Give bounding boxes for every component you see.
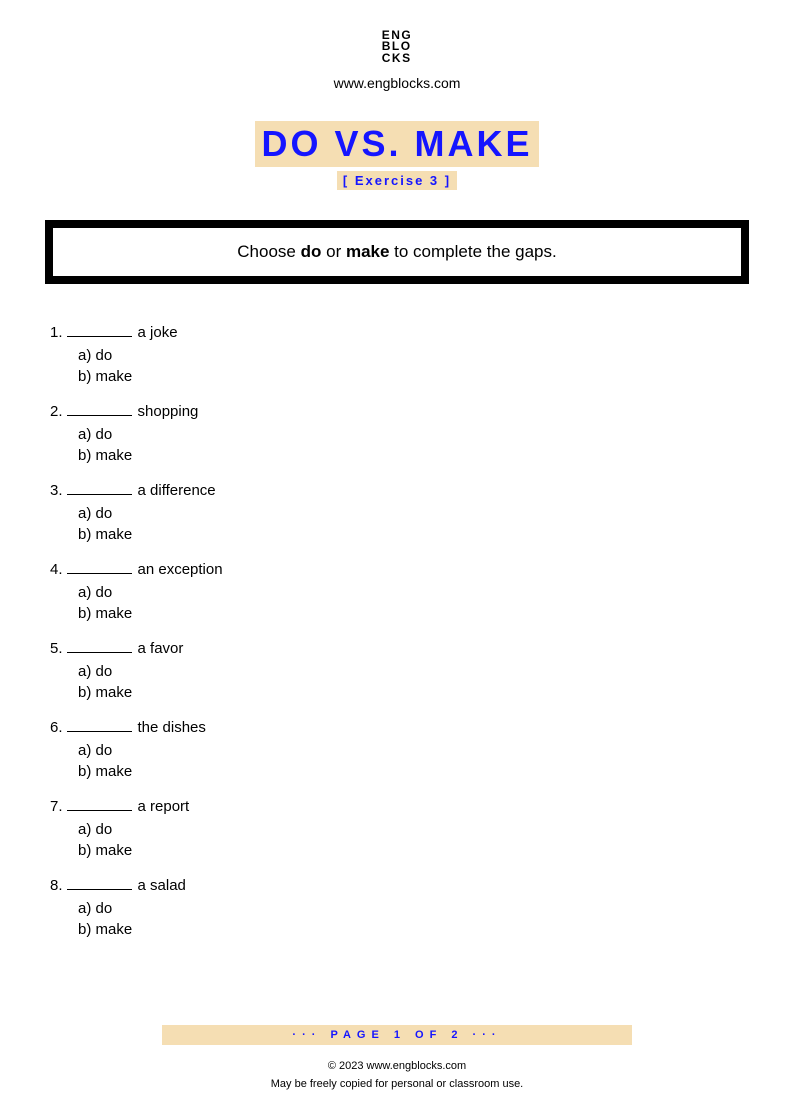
question-item: 5. a favor a) do b) make: [50, 640, 749, 701]
question-text: the dishes: [138, 719, 206, 736]
question-item: 7. a report a) do b) make: [50, 798, 749, 859]
question-item: 2. shopping a) do b) make: [50, 403, 749, 464]
question-text: a difference: [138, 482, 216, 499]
option-item[interactable]: b) make: [78, 921, 749, 938]
question-line: 2. shopping: [50, 403, 749, 420]
option-item[interactable]: a) do: [78, 821, 749, 838]
instructions-word1: do: [301, 242, 322, 261]
question-item: 6. the dishes a) do b) make: [50, 719, 749, 780]
page-subtitle: [ Exercise 3 ]: [337, 171, 457, 190]
option-item[interactable]: a) do: [78, 347, 749, 364]
options-list: a) do b) make: [78, 742, 749, 780]
copyright-text: © 2023 www.engblocks.com: [45, 1060, 749, 1072]
logo: ENG BLO CKS: [382, 30, 413, 64]
website-url: www.engblocks.com: [45, 75, 749, 91]
question-number: 2.: [50, 403, 63, 420]
question-text: shopping: [138, 403, 199, 420]
options-list: a) do b) make: [78, 505, 749, 543]
option-item[interactable]: a) do: [78, 663, 749, 680]
question-number: 7.: [50, 798, 63, 815]
header-section: ENG BLO CKS www.engblocks.com: [45, 30, 749, 91]
options-list: a) do b) make: [78, 821, 749, 859]
question-number: 5.: [50, 640, 63, 657]
option-item[interactable]: b) make: [78, 605, 749, 622]
footer-section: ··· PAGE 1 OF 2 ··· © 2023 www.engblocks…: [45, 1025, 749, 1090]
option-item[interactable]: b) make: [78, 763, 749, 780]
option-item[interactable]: b) make: [78, 842, 749, 859]
question-text: a joke: [138, 324, 178, 341]
questions-list: 1. a joke a) do b) make 2. shopping a) do b) ma…: [45, 324, 749, 938]
page-indicator: ··· PAGE 1 OF 2 ···: [162, 1025, 632, 1045]
question-item: 8. a salad a) do b) make: [50, 877, 749, 938]
options-list: a) do b) make: [78, 663, 749, 701]
question-item: 4. an exception a) do b) make: [50, 561, 749, 622]
question-number: 4.: [50, 561, 63, 578]
fill-blank[interactable]: [67, 415, 132, 416]
question-line: 6. the dishes: [50, 719, 749, 736]
question-number: 3.: [50, 482, 63, 499]
fill-blank[interactable]: [67, 810, 132, 811]
option-item[interactable]: b) make: [78, 526, 749, 543]
question-item: 3. a difference a) do b) make: [50, 482, 749, 543]
instructions-middle: or: [321, 242, 346, 261]
option-item[interactable]: a) do: [78, 900, 749, 917]
question-line: 8. a salad: [50, 877, 749, 894]
instructions-suffix: to complete the gaps.: [389, 242, 556, 261]
options-list: a) do b) make: [78, 900, 749, 938]
title-section: DO VS. MAKE [ Exercise 3 ]: [45, 121, 749, 190]
usage-text: May be freely copied for personal or cla…: [45, 1078, 749, 1090]
question-number: 1.: [50, 324, 63, 341]
question-line: 4. an exception: [50, 561, 749, 578]
option-item[interactable]: a) do: [78, 505, 749, 522]
instructions-word2: make: [346, 242, 389, 261]
instructions-box: Choose do or make to complete the gaps.: [45, 220, 749, 284]
fill-blank[interactable]: [67, 573, 132, 574]
question-line: 7. a report: [50, 798, 749, 815]
options-list: a) do b) make: [78, 584, 749, 622]
question-text: a salad: [138, 877, 186, 894]
option-item[interactable]: a) do: [78, 426, 749, 443]
fill-blank[interactable]: [67, 652, 132, 653]
question-text: a favor: [138, 640, 184, 657]
option-item[interactable]: b) make: [78, 447, 749, 464]
page-title: DO VS. MAKE: [255, 121, 538, 167]
question-item: 1. a joke a) do b) make: [50, 324, 749, 385]
options-list: a) do b) make: [78, 347, 749, 385]
logo-line3: CKS: [382, 53, 413, 64]
option-item[interactable]: b) make: [78, 368, 749, 385]
option-item[interactable]: a) do: [78, 584, 749, 601]
question-text: an exception: [138, 561, 223, 578]
option-item[interactable]: a) do: [78, 742, 749, 759]
question-number: 6.: [50, 719, 63, 736]
question-text: a report: [138, 798, 190, 815]
fill-blank[interactable]: [67, 336, 132, 337]
question-line: 1. a joke: [50, 324, 749, 341]
options-list: a) do b) make: [78, 426, 749, 464]
question-line: 5. a favor: [50, 640, 749, 657]
instructions-prefix: Choose: [237, 242, 300, 261]
question-line: 3. a difference: [50, 482, 749, 499]
fill-blank[interactable]: [67, 889, 132, 890]
fill-blank[interactable]: [67, 494, 132, 495]
option-item[interactable]: b) make: [78, 684, 749, 701]
question-number: 8.: [50, 877, 63, 894]
fill-blank[interactable]: [67, 731, 132, 732]
